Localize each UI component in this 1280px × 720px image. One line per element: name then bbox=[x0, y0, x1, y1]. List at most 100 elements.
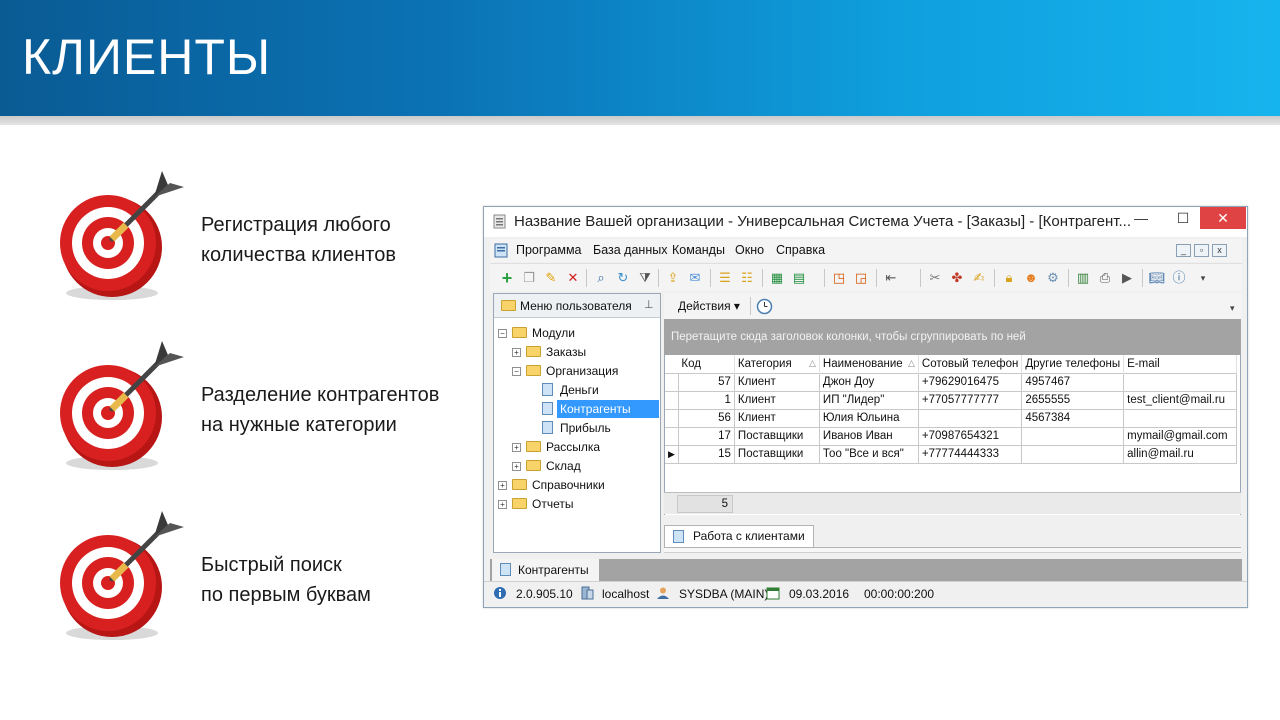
tree-node-counterparties[interactable]: Контрагенты bbox=[540, 400, 659, 418]
slide-title: КЛИЕНТЫ bbox=[22, 29, 272, 85]
column-header-name[interactable]: Наименование △ bbox=[819, 355, 919, 373]
status-user: SYSDBA (MAIN) bbox=[679, 587, 769, 601]
minimize-button[interactable]: — bbox=[1126, 207, 1156, 229]
tab-client-work[interactable]: Работа с клиентами bbox=[664, 525, 814, 547]
actions-dropdown[interactable]: Действия ▾ bbox=[678, 299, 740, 313]
tree-header-label: Меню пользователя bbox=[520, 299, 632, 313]
info-icon[interactable]: ⓘ bbox=[1170, 269, 1188, 287]
tree-node-profit[interactable]: Прибыль bbox=[540, 419, 611, 437]
target-dart-icon bbox=[60, 511, 184, 640]
column-header-email[interactable]: E-mail bbox=[1123, 355, 1238, 373]
column-header-code[interactable]: Код bbox=[678, 355, 735, 373]
column-header-category[interactable]: Категория △ bbox=[734, 355, 820, 373]
print-icon[interactable]: ⎙ bbox=[1096, 269, 1114, 287]
maximize-button[interactable]: ☐ bbox=[1168, 207, 1198, 229]
folder-icon bbox=[512, 479, 527, 490]
tree-node-organization[interactable]: − Организация bbox=[512, 362, 618, 380]
edit-pencil-icon[interactable]: ✎ bbox=[542, 269, 560, 287]
document-icon bbox=[673, 530, 684, 543]
window-title: Название Вашей организации - Универсальн… bbox=[514, 213, 1132, 230]
filter-icon[interactable]: ⧩ bbox=[636, 269, 654, 287]
pin-icon[interactable]: ⊥ bbox=[644, 298, 654, 311]
tools-icon[interactable]: ✂ bbox=[926, 269, 944, 287]
menu-database[interactable]: База данных bbox=[593, 243, 667, 257]
refresh-icon[interactable]: ↻ bbox=[614, 269, 632, 287]
mdi-minimize-icon[interactable]: _ bbox=[1176, 244, 1191, 257]
inner-tab-strip: Работа с клиентами bbox=[664, 517, 1241, 557]
toolbar: + ❐ ✎ ✕ ⌕ ↻ ⧩ ⇪ ✉ ☰ ☷ ▦ ▤ ◳ ◲ ⇤ ✂ ✤ ✍ 🔒︎… bbox=[490, 263, 1242, 291]
folder-icon bbox=[526, 441, 541, 452]
toolbar-overflow-icon[interactable]: ▾ bbox=[1194, 269, 1212, 287]
puzzle-icon[interactable]: ✤ bbox=[948, 269, 966, 287]
folder-icon bbox=[512, 327, 527, 338]
app-window: Название Вашей организации - Универсальн… bbox=[483, 206, 1248, 608]
tree-node-directories[interactable]: + Справочники bbox=[498, 476, 605, 494]
mdi-close-icon[interactable]: x bbox=[1212, 244, 1227, 257]
mdi-restore-icon[interactable]: ▫ bbox=[1194, 244, 1209, 257]
close-button[interactable]: ✕ bbox=[1200, 207, 1246, 229]
user-menu-tree: Меню пользователя ⊥ − Модули + Заказы − … bbox=[493, 293, 661, 553]
clients-table: Код Категория △ Наименование △ Сотовый тел… bbox=[665, 355, 1238, 464]
feature-2-text: Разделение контрагентов на нужные катего… bbox=[201, 384, 440, 436]
table-row[interactable]: 57 Клиент Джон Доу +79629016475 4957467 bbox=[665, 372, 1238, 392]
calendar-icon[interactable]: ▥ bbox=[1074, 269, 1092, 287]
app-icon bbox=[493, 214, 506, 229]
folder-tree-icon[interactable]: ☰ bbox=[716, 269, 734, 287]
table-row[interactable]: 1 Клиент ИП "Лидер" +77057777777 2655555… bbox=[665, 390, 1238, 410]
clock-icon[interactable] bbox=[756, 298, 773, 315]
status-timer: 00:00:00:200 bbox=[864, 587, 935, 601]
excel-export-icon[interactable]: ▦ bbox=[768, 269, 786, 287]
tree-node-reports[interactable]: + Отчеты bbox=[498, 495, 573, 513]
document-icon bbox=[500, 563, 511, 576]
menu-help[interactable]: Справка bbox=[776, 243, 825, 257]
group-by-area[interactable]: Перетащите сюда заголовок колонки, чтобы… bbox=[664, 319, 1241, 355]
row-count: 5 bbox=[677, 495, 733, 513]
notes-icon[interactable]: ✍ bbox=[970, 269, 988, 287]
delete-icon[interactable]: ✕ bbox=[564, 269, 582, 287]
exit-icon[interactable]: ⇤ bbox=[882, 269, 900, 287]
table-row[interactable]: 56 Клиент Юлия Юльина 4567384 bbox=[665, 408, 1238, 428]
status-version: 2.0.905.10 bbox=[516, 587, 573, 601]
feature-1-text: Регистрация любого количества клиентов bbox=[201, 214, 396, 266]
excel-import-icon[interactable]: ▤ bbox=[790, 269, 808, 287]
tree-node-warehouse[interactable]: + Склад bbox=[512, 457, 581, 475]
document-icon bbox=[542, 402, 553, 415]
book-icon[interactable]: 📖︎ bbox=[1148, 269, 1166, 287]
feature-3-text: Быстрый поиск по первым буквам bbox=[201, 554, 371, 606]
search-icon[interactable]: ⌕ bbox=[592, 269, 610, 287]
header-divider bbox=[0, 116, 1280, 125]
tree-node-orders[interactable]: + Заказы bbox=[512, 343, 586, 361]
users-icon[interactable]: ☻ bbox=[1022, 269, 1040, 287]
document-icon bbox=[542, 383, 553, 396]
table-row-current[interactable]: ▶ 15 Поставщики Тоо "Все и вся" +7777444… bbox=[665, 444, 1238, 464]
target-dart-icon bbox=[60, 341, 184, 470]
status-host: localhost bbox=[602, 587, 650, 601]
new-tab-icon[interactable]: ◲ bbox=[852, 269, 870, 287]
calendar-icon bbox=[766, 587, 780, 600]
column-header-mobile[interactable]: Сотовый телефон bbox=[918, 355, 1023, 373]
comment-icon[interactable]: ✉ bbox=[686, 269, 704, 287]
actions-overflow-icon[interactable]: ▾ bbox=[1230, 303, 1235, 314]
copy-icon[interactable]: ❐ bbox=[520, 269, 538, 287]
tree-node-money[interactable]: Деньги bbox=[540, 381, 599, 399]
info-icon bbox=[494, 587, 506, 599]
sort-asc-icon: △ bbox=[809, 357, 816, 368]
table-row[interactable]: 17 Поставщики Иванов Иван +70987654321 m… bbox=[665, 426, 1238, 446]
tree-node-modules[interactable]: − Модули bbox=[498, 324, 575, 342]
column-header-other-phones[interactable]: Другие телефоны bbox=[1021, 355, 1125, 373]
tree-node-mailing[interactable]: + Рассылка bbox=[512, 438, 600, 456]
menu-commands[interactable]: Команды bbox=[672, 243, 725, 257]
new-window-icon[interactable]: ◳ bbox=[830, 269, 848, 287]
settings-icon[interactable]: ⚙ bbox=[1044, 269, 1062, 287]
add-icon[interactable]: + bbox=[498, 269, 516, 287]
actions-bar: Действия ▾ ▾ bbox=[664, 293, 1242, 319]
folder-list-icon[interactable]: ☷ bbox=[738, 269, 756, 287]
lock-icon[interactable]: 🔒︎ bbox=[1000, 269, 1018, 287]
tab-counterparties[interactable]: Контрагенты bbox=[492, 559, 599, 581]
menu-program[interactable]: Программа bbox=[516, 243, 582, 257]
folder-icon bbox=[512, 498, 527, 509]
export-icon[interactable]: ⇪ bbox=[664, 269, 682, 287]
bottom-tab-strip: Контрагенты bbox=[490, 559, 1242, 581]
menu-window[interactable]: Окно bbox=[735, 243, 764, 257]
play-icon[interactable]: ▶ bbox=[1118, 269, 1136, 287]
